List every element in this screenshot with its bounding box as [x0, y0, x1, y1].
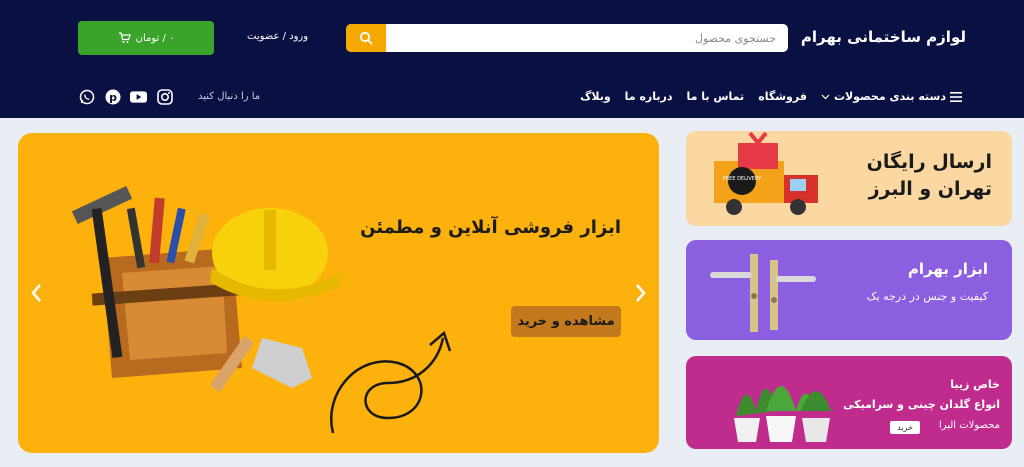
plant-pots-illustration [734, 386, 831, 442]
pots-title: انواع گلدان چینی و سرامیکی [843, 398, 1000, 411]
free-delivery-badge: FREE DELIVERY [723, 176, 762, 182]
flower-pots-banner[interactable]: خاص زیبا انواع گلدان چینی و سرامیکی محصو… [686, 356, 1012, 449]
svg-text:p: p [109, 91, 117, 104]
chevron-left-icon [31, 284, 41, 302]
cart-total: ۰ / تومان [135, 32, 175, 44]
main-nav: دسته بندی محصولات فروشگاه تماس با ما درب… [580, 90, 962, 103]
free-shipping-line2: تهران و البرز [868, 177, 992, 200]
nav-label: دسته بندی محصولات [833, 90, 946, 103]
pinterest-icon[interactable]: p [104, 88, 121, 105]
menu-icon [950, 91, 962, 102]
search-button[interactable] [346, 24, 386, 52]
nav-about[interactable]: درباره ما [625, 90, 673, 103]
pots-subtitle: محصولات البرا [938, 420, 1000, 431]
pots-buy-button[interactable]: خرید [890, 421, 920, 434]
delivery-truck-illustration: FREE DELIVERY [714, 131, 818, 215]
nav-label: وبلاگ [580, 90, 611, 103]
hero-title: ابزار فروشی آنلاین و مطمئن [360, 217, 621, 238]
swirl-arrow-decoration [330, 330, 452, 434]
hero-shop-button[interactable]: مشاهده و خرید [511, 306, 621, 337]
whatsapp-icon[interactable] [78, 88, 95, 105]
slider-prev-arrow[interactable] [26, 281, 46, 305]
nav-contact[interactable]: تماس با ما [687, 90, 745, 103]
search-box [346, 24, 788, 52]
nav-label: تماس با ما [686, 90, 745, 103]
cart-button[interactable]: ۰ / تومان [78, 21, 214, 55]
chevron-down-icon [821, 94, 830, 99]
tool-belt-illustration [71, 185, 342, 393]
free-shipping-banner[interactable]: FREE DELIVERY ارسال رایگان تهران و البرز [686, 131, 1012, 226]
instagram-icon[interactable] [156, 88, 173, 105]
hero-slider: ابزار فروشی آنلاین و مطمئن مشاهده و خرید [18, 133, 659, 453]
nav-blog[interactable]: وبلاگ [580, 90, 611, 103]
pots-tagline: خاص زیبا [950, 378, 1000, 391]
free-shipping-text: ارسال رایگان تهران و البرز [867, 149, 992, 202]
nav-categories[interactable]: دسته بندی محصولات [821, 90, 962, 103]
slider-next-arrow[interactable] [631, 281, 651, 305]
login-link[interactable]: ورود / عضویت [247, 31, 308, 42]
nav-shop[interactable]: فروشگاه [758, 90, 807, 103]
nav-label: درباره ما [624, 90, 673, 103]
door-handle-illustration [710, 254, 816, 332]
follow-us-label: ما را دنبال کنید [198, 91, 261, 102]
bahram-tools-title: ابزار بهرام [907, 260, 988, 278]
bahram-tools-subtitle: کیفیت و جنس در درجه یک [866, 290, 988, 303]
search-input[interactable] [388, 24, 788, 52]
social-links: p [78, 88, 173, 105]
chevron-right-icon [636, 284, 646, 302]
cart-icon [118, 32, 131, 43]
bahram-tools-banner[interactable]: ابزار بهرام کیفیت و جنس در درجه یک [686, 240, 1012, 340]
header: لوازم ساختمانی بهرام ورود / عضویت ۰ / تو… [0, 0, 1024, 118]
nav-label: فروشگاه [758, 90, 807, 103]
site-logo[interactable]: لوازم ساختمانی بهرام [801, 28, 966, 46]
youtube-icon[interactable] [130, 88, 147, 105]
free-shipping-line1: ارسال رایگان [866, 151, 992, 173]
search-icon [359, 31, 373, 45]
